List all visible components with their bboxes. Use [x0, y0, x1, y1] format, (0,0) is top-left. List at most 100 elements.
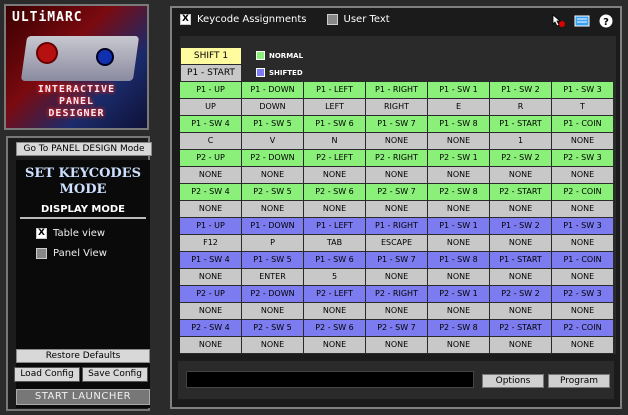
keycode-cell[interactable]: NONE — [490, 235, 551, 251]
control-label-cell[interactable]: P1 - SW 6 — [304, 116, 365, 132]
control-label-cell[interactable]: P2 - SW 2 — [490, 286, 551, 302]
control-label-cell[interactable]: P1 - RIGHT — [366, 82, 427, 98]
keycode-cell[interactable]: NONE — [304, 337, 365, 353]
keycode-cell[interactable]: NONE — [428, 337, 489, 353]
control-label-cell[interactable]: P2 - RIGHT — [366, 150, 427, 166]
keycode-cell[interactable]: DOWN — [242, 99, 303, 115]
control-label-cell[interactable]: P2 - SW 5 — [242, 184, 303, 200]
control-label-cell[interactable]: P2 - SW 8 — [428, 320, 489, 336]
keycode-cell[interactable]: NONE — [428, 167, 489, 183]
go-to-panel-design-button[interactable]: Go To PANEL DESIGN Mode — [16, 142, 152, 156]
save-config-button[interactable]: Save Config — [82, 367, 148, 382]
control-label-cell[interactable]: P2 - SW 4 — [180, 184, 241, 200]
keycode-cell[interactable]: R — [490, 99, 551, 115]
control-label-cell[interactable]: P1 - SW 8 — [428, 116, 489, 132]
keycode-cell[interactable]: NONE — [428, 133, 489, 149]
control-label-cell[interactable]: P1 - SW 1 — [428, 82, 489, 98]
message-icon[interactable] — [574, 14, 590, 28]
control-label-cell[interactable]: P2 - RIGHT — [366, 286, 427, 302]
control-label-cell[interactable]: P2 - UP — [180, 150, 241, 166]
table-view-checkbox[interactable]: X — [36, 228, 47, 239]
table-view-option[interactable]: X Table view — [36, 228, 105, 239]
keycode-cell[interactable]: 5 — [304, 269, 365, 285]
control-label-cell[interactable]: P2 - SW 3 — [552, 286, 613, 302]
control-label-cell[interactable]: P1 - SW 1 — [428, 218, 489, 234]
keycode-cell[interactable]: TAB — [304, 235, 365, 251]
keycode-cell[interactable]: NONE — [552, 269, 613, 285]
control-label-cell[interactable]: P2 - SW 7 — [366, 320, 427, 336]
restore-defaults-button[interactable]: Restore Defaults — [16, 349, 150, 363]
program-button[interactable]: Program — [548, 374, 610, 388]
keycode-cell[interactable]: LEFT — [304, 99, 365, 115]
keycode-cell[interactable]: F12 — [180, 235, 241, 251]
panel-view-option[interactable]: Panel View — [36, 248, 107, 259]
keycode-cell[interactable]: NONE — [552, 167, 613, 183]
keycode-cell[interactable]: RIGHT — [366, 99, 427, 115]
control-label-cell[interactable]: P1 - SW 4 — [180, 116, 241, 132]
keycode-cell[interactable]: NONE — [180, 167, 241, 183]
control-label-cell[interactable]: P2 - LEFT — [304, 150, 365, 166]
control-label-cell[interactable]: P1 - SW 3 — [552, 218, 613, 234]
keycode-cell[interactable]: NONE — [366, 269, 427, 285]
keycode-cell[interactable]: V — [242, 133, 303, 149]
control-label-cell[interactable]: P1 - SW 5 — [242, 116, 303, 132]
keycode-cell[interactable]: ESCAPE — [366, 235, 427, 251]
control-label-cell[interactable]: P2 - SW 6 — [304, 184, 365, 200]
control-label-cell[interactable]: P1 - DOWN — [242, 218, 303, 234]
keycode-cell[interactable]: NONE — [366, 337, 427, 353]
keycode-assignments-checkbox[interactable]: X — [180, 14, 191, 25]
status-input[interactable] — [186, 371, 474, 388]
keycode-cell[interactable]: NONE — [366, 303, 427, 319]
control-label-cell[interactable]: P2 - SW 1 — [428, 150, 489, 166]
start-launcher-button[interactable]: START LAUNCHER — [16, 389, 150, 405]
keycode-cell[interactable]: T — [552, 99, 613, 115]
control-label-cell[interactable]: P2 - START — [490, 320, 551, 336]
keycode-cell[interactable]: NONE — [428, 201, 489, 217]
user-text-checkbox[interactable] — [326, 14, 338, 25]
keycode-cell[interactable]: NONE — [428, 303, 489, 319]
control-label-cell[interactable]: P2 - SW 1 — [428, 286, 489, 302]
keycode-cell[interactable]: C — [180, 133, 241, 149]
control-label-cell[interactable]: P2 - COIN — [552, 320, 613, 336]
keycode-cell[interactable]: NONE — [366, 167, 427, 183]
shift-1-button[interactable]: SHIFT 1 — [181, 48, 241, 64]
keycode-cell[interactable]: NONE — [242, 303, 303, 319]
keycode-cell[interactable]: NONE — [428, 269, 489, 285]
control-label-cell[interactable]: P1 - RIGHT — [366, 218, 427, 234]
keycode-cell[interactable]: NONE — [304, 303, 365, 319]
keycode-cell[interactable]: NONE — [428, 235, 489, 251]
control-label-cell[interactable]: P1 - UP — [180, 218, 241, 234]
control-label-cell[interactable]: P2 - UP — [180, 286, 241, 302]
keycode-cell[interactable]: N — [304, 133, 365, 149]
control-label-cell[interactable]: P1 - COIN — [552, 116, 613, 132]
control-label-cell[interactable]: P1 - SW 8 — [428, 252, 489, 268]
control-label-cell[interactable]: P2 - DOWN — [242, 286, 303, 302]
load-config-button[interactable]: Load Config — [14, 367, 80, 382]
keycode-cell[interactable]: NONE — [552, 201, 613, 217]
keycode-cell[interactable]: NONE — [490, 303, 551, 319]
options-button[interactable]: Options — [482, 374, 544, 388]
control-label-cell[interactable]: P1 - SW 4 — [180, 252, 241, 268]
keycode-cell[interactable]: NONE — [242, 201, 303, 217]
control-label-cell[interactable]: P1 - UP — [180, 82, 241, 98]
keycode-cell[interactable]: NONE — [180, 201, 241, 217]
keycode-cell[interactable]: NONE — [552, 235, 613, 251]
control-label-cell[interactable]: P1 - LEFT — [304, 82, 365, 98]
control-label-cell[interactable]: P2 - LEFT — [304, 286, 365, 302]
control-label-cell[interactable]: P1 - SW 2 — [490, 218, 551, 234]
keycode-cell[interactable]: NONE — [490, 201, 551, 217]
control-label-cell[interactable]: P1 - LEFT — [304, 218, 365, 234]
help-icon[interactable]: ? — [598, 14, 614, 28]
keycode-cell[interactable]: P — [242, 235, 303, 251]
keycode-cell[interactable]: 1 — [490, 133, 551, 149]
keycode-cell[interactable]: NONE — [490, 269, 551, 285]
control-label-cell[interactable]: P1 - COIN — [552, 252, 613, 268]
keycode-cell[interactable]: NONE — [304, 167, 365, 183]
control-label-cell[interactable]: P1 - START — [490, 252, 551, 268]
shift-key-p1-start[interactable]: P1 - START — [181, 65, 241, 81]
control-label-cell[interactable]: P2 - START — [490, 184, 551, 200]
panel-view-checkbox[interactable] — [36, 248, 47, 259]
keycode-cell[interactable]: NONE — [552, 133, 613, 149]
control-label-cell[interactable]: P2 - COIN — [552, 184, 613, 200]
control-label-cell[interactable]: P2 - DOWN — [242, 150, 303, 166]
